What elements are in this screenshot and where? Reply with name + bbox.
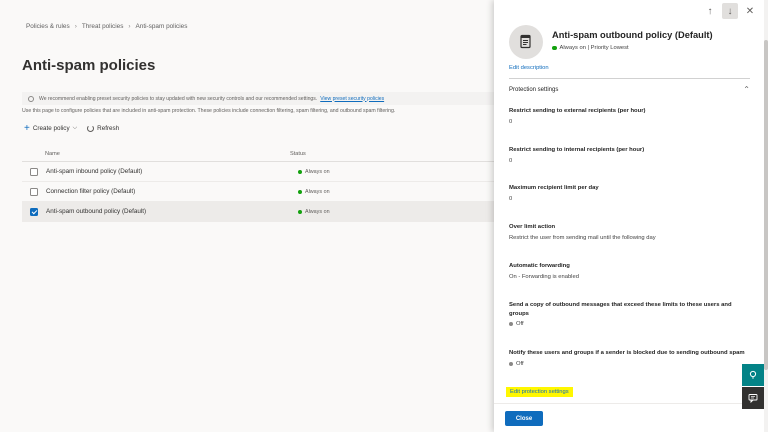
page-title: Anti-spam policies xyxy=(22,57,156,74)
setting-label: Automatic forwarding xyxy=(509,263,570,269)
close-icon[interactable]: ✕ xyxy=(742,3,758,19)
status-text: Always on xyxy=(305,188,330,195)
section-title: Protection settings xyxy=(509,86,559,93)
status-dot-icon xyxy=(509,322,513,326)
edit-protection-settings-link[interactable]: Edit protection settings xyxy=(506,387,573,397)
refresh-icon xyxy=(87,125,95,132)
status-dot-icon xyxy=(552,45,557,51)
panel-status-text: Always on | Priority Lowest xyxy=(559,45,629,51)
policy-details-panel: ↑ ↓ ✕ Anti-spam outbound policy (Default… xyxy=(494,0,764,432)
breadcrumb-anti-spam-policies: Anti-spam policies xyxy=(135,23,188,30)
policy-name[interactable]: Anti-spam inbound policy (Default) xyxy=(46,168,298,175)
help-bulb-icon[interactable] xyxy=(742,364,764,386)
setting-value-row: Off xyxy=(509,361,745,367)
chevron-up-icon[interactable]: ⌃ xyxy=(743,85,750,94)
row-checkbox[interactable] xyxy=(30,167,38,176)
row-checkbox[interactable] xyxy=(30,187,38,196)
panel-title: Anti-spam outbound policy (Default) xyxy=(552,30,713,40)
policy-name[interactable]: Anti-spam outbound policy (Default) xyxy=(46,208,298,215)
setting-label: Send a copy of outbound messages that ex… xyxy=(509,302,732,317)
policies-table: Name Status Anti-spam inbound policy (De… xyxy=(22,146,494,222)
status-cell: Always on xyxy=(298,189,330,195)
setting-label: Restrict sending to external recipients … xyxy=(509,108,646,114)
chevron-right-icon: › xyxy=(128,23,131,30)
lightbulb-icon xyxy=(28,95,34,102)
setting-value: On - Forwarding is enabled xyxy=(509,273,579,280)
arrow-up-icon[interactable]: ↑ xyxy=(702,3,718,19)
table-row[interactable]: Connection filter policy (Default) Alway… xyxy=(22,182,494,202)
banner-text: We recommend enabling preset security po… xyxy=(39,95,318,102)
setting-label: Restrict sending to internal recipients … xyxy=(509,147,645,153)
table-row[interactable]: Anti-spam outbound policy (Default) Alwa… xyxy=(22,202,494,222)
recommendation-banner: We recommend enabling preset security po… xyxy=(22,92,494,105)
status-cell: Always on xyxy=(298,209,330,215)
status-dot-icon xyxy=(509,361,513,366)
scrollbar-thumb[interactable] xyxy=(764,40,768,370)
edit-description-link[interactable]: Edit description xyxy=(509,65,549,71)
status-text: Always on xyxy=(305,168,330,175)
status-cell: Always on xyxy=(298,169,330,175)
policy-name[interactable]: Connection filter policy (Default) xyxy=(46,188,298,195)
page-description: Use this page to configure policies that… xyxy=(22,108,396,114)
breadcrumb-threat-policies[interactable]: Threat policies xyxy=(82,23,124,30)
setting-value: Restrict the user from sending mail unti… xyxy=(509,234,656,241)
arrow-down-icon[interactable]: ↓ xyxy=(722,3,738,19)
chevron-right-icon: › xyxy=(74,23,77,30)
status-dot-icon xyxy=(298,189,302,194)
setting-value: 0 xyxy=(509,118,513,125)
close-button[interactable]: Close xyxy=(505,411,543,426)
setting-max-recipient-limit: Maximum recipient limit per day 0 xyxy=(509,184,745,202)
table-row[interactable]: Anti-spam inbound policy (Default) Alway… xyxy=(22,162,494,182)
plus-icon: + xyxy=(24,122,30,134)
protection-settings-header[interactable]: Protection settings ⌃ xyxy=(509,85,750,94)
refresh-label: Refresh xyxy=(97,125,120,132)
refresh-button[interactable]: Refresh xyxy=(87,125,119,132)
setting-value: Off xyxy=(516,321,524,327)
setting-notify-blocked-sender: Notify these users and groups if a sende… xyxy=(509,349,745,367)
setting-external-recipients: Restrict sending to external recipients … xyxy=(509,107,745,125)
status-dot-icon xyxy=(298,209,302,214)
setting-value: 0 xyxy=(509,195,513,202)
breadcrumb-policies-rules[interactable]: Policies & rules xyxy=(26,23,70,30)
preset-security-link[interactable]: View preset security policies xyxy=(320,96,384,102)
divider xyxy=(509,78,750,79)
create-policy-label: Create policy xyxy=(32,125,70,132)
column-header-status[interactable]: Status xyxy=(290,151,306,157)
setting-label: Over limit action xyxy=(509,224,556,230)
setting-value: 0 xyxy=(509,157,513,164)
panel-nav: ↑ ↓ ✕ xyxy=(702,3,758,19)
policy-document-icon xyxy=(509,25,543,59)
setting-value: Off xyxy=(516,360,524,367)
status-dot-icon xyxy=(298,169,302,174)
chevron-down-icon: ⌵ xyxy=(72,125,78,131)
footer-divider xyxy=(494,403,764,404)
toolbar: + Create policy ⌵ Refresh xyxy=(24,122,119,134)
column-header-name[interactable]: Name xyxy=(22,151,290,157)
chat-icon[interactable] xyxy=(742,387,764,409)
setting-over-limit-action: Over limit action Restrict the user from… xyxy=(509,223,745,241)
setting-label: Maximum recipient limit per day xyxy=(509,185,599,191)
row-checkbox[interactable] xyxy=(30,207,38,216)
setting-internal-recipients: Restrict sending to internal recipients … xyxy=(509,146,745,164)
status-text: Always on xyxy=(305,208,330,215)
setting-label: Notify these users and groups if a sende… xyxy=(509,350,745,356)
table-header: Name Status xyxy=(22,146,494,162)
create-policy-button[interactable]: + Create policy ⌵ xyxy=(24,122,78,134)
setting-copy-outbound-messages: Send a copy of outbound messages that ex… xyxy=(509,301,745,327)
panel-status: Always on | Priority Lowest xyxy=(552,45,629,51)
breadcrumb: Policies & rules › Threat policies › Ant… xyxy=(26,23,187,30)
setting-automatic-forwarding: Automatic forwarding On - Forwarding is … xyxy=(509,262,745,280)
setting-value-row: Off xyxy=(509,321,745,327)
